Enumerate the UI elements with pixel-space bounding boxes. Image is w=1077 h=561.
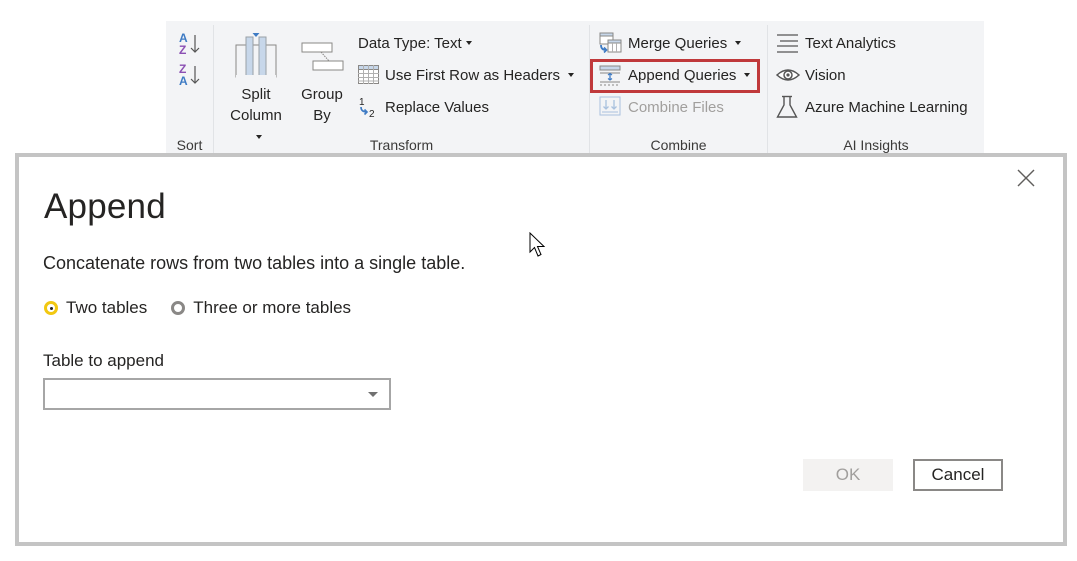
- use-first-row-headers-label: Use First Row as Headers: [385, 66, 561, 84]
- chevron-down-icon: [735, 41, 742, 45]
- table-header-icon: [358, 65, 380, 85]
- sort-group: A Z Z A Sort: [166, 21, 213, 155]
- combine-files-label: Combine Files: [628, 98, 724, 116]
- replace-values-button[interactable]: 1 2 Replace Values: [358, 95, 489, 119]
- table-to-append-label: Table to append: [43, 351, 164, 370]
- ribbon: A Z Z A Sort Split Column Group By Data …: [166, 21, 984, 155]
- group-by-label-2: By: [313, 107, 331, 124]
- replace-values-icon: 1 2: [358, 96, 380, 118]
- ai-insights-group-label: AI Insights: [843, 137, 909, 153]
- close-button[interactable]: [1017, 169, 1035, 187]
- merge-queries-icon: [599, 32, 623, 54]
- combine-files-button[interactable]: Combine Files: [599, 95, 724, 119]
- radio-two-tables-label: Two tables: [66, 298, 148, 317]
- ok-button[interactable]: OK: [803, 459, 893, 491]
- sort-group-label: Sort: [176, 137, 203, 153]
- replace-values-label: Replace Values: [385, 98, 489, 116]
- radio-unselected-icon: [171, 301, 186, 315]
- svg-text:2: 2: [369, 109, 375, 118]
- flask-icon: [776, 95, 800, 119]
- chevron-down-icon: [568, 73, 575, 77]
- append-queries-highlight: [590, 59, 760, 93]
- merge-queries-label: Merge Queries: [628, 34, 728, 52]
- vision-label: Vision: [805, 66, 846, 84]
- chevron-down-icon: [465, 41, 472, 45]
- data-type-label: Data Type: Text: [358, 34, 462, 52]
- radio-selected-icon: [44, 301, 58, 315]
- azure-machine-learning-button[interactable]: Azure Machine Learning: [776, 95, 968, 119]
- group-by-button[interactable]: Group By: [294, 31, 350, 126]
- eye-icon: [776, 66, 800, 84]
- svg-text:A: A: [179, 74, 188, 88]
- svg-text:1: 1: [359, 97, 365, 108]
- merge-queries-button[interactable]: Merge Queries: [599, 31, 742, 55]
- text-analytics-label: Text Analytics: [805, 34, 896, 52]
- sort-ascending-button[interactable]: A Z: [178, 31, 202, 57]
- radio-two-tables[interactable]: Two tables: [44, 298, 147, 318]
- chevron-down-icon: [368, 392, 378, 397]
- group-by-label-1: Group: [301, 86, 343, 103]
- table-count-radio-group: Two tables Three or more tables: [44, 298, 375, 318]
- dialog-description: Concatenate rows from two tables into a …: [43, 253, 466, 273]
- split-column-label-1: Split: [241, 86, 271, 103]
- split-column-button[interactable]: Split Column: [226, 31, 286, 147]
- dialog-title: Append: [44, 187, 166, 226]
- ai-insights-group: Text Analytics Vision Azure Machine Lear…: [768, 21, 984, 155]
- close-icon: [1017, 169, 1035, 187]
- data-type-button[interactable]: Data Type: Text: [358, 31, 472, 55]
- table-to-append-dropdown[interactable]: [43, 378, 391, 410]
- sort-za-icon: Z A: [179, 62, 200, 88]
- append-dialog: Append Concatenate rows from two tables …: [15, 153, 1067, 546]
- use-first-row-headers-button[interactable]: Use First Row as Headers: [358, 63, 575, 87]
- transform-group: Split Column Group By Data Type: Text Us…: [214, 21, 589, 155]
- split-column-icon: [235, 33, 277, 78]
- mouse-cursor-icon: [529, 232, 546, 257]
- combine-files-icon: [599, 96, 623, 118]
- text-analytics-icon: [776, 32, 800, 54]
- radio-three-or-more-tables[interactable]: Three or more tables: [171, 298, 351, 318]
- text-analytics-button[interactable]: Text Analytics: [776, 31, 896, 55]
- cancel-button[interactable]: Cancel: [913, 459, 1003, 491]
- sort-descending-button[interactable]: Z A: [178, 62, 202, 88]
- svg-text:Z: Z: [179, 43, 186, 57]
- combine-group-label: Combine: [650, 137, 707, 153]
- azure-machine-learning-label: Azure Machine Learning: [805, 98, 968, 116]
- group-by-icon: [301, 42, 344, 71]
- vision-button[interactable]: Vision: [776, 63, 846, 87]
- split-column-label-2: Column: [230, 107, 282, 124]
- radio-three-or-more-tables-label: Three or more tables: [193, 298, 352, 317]
- sort-az-icon: A Z: [179, 31, 200, 57]
- transform-group-label: Transform: [369, 137, 434, 153]
